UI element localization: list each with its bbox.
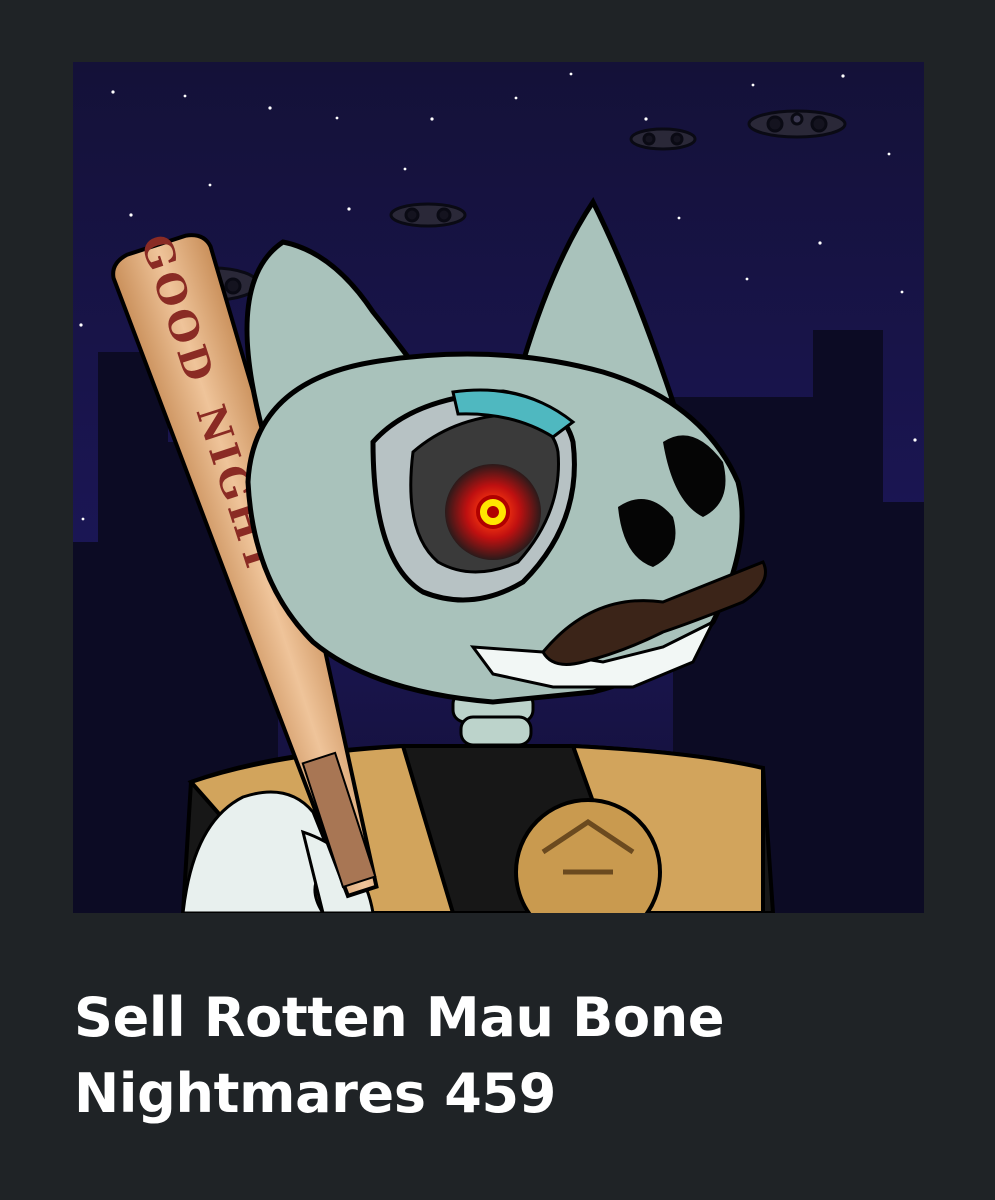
nft-artwork[interactable]: GOOD NIGHT xyxy=(73,62,924,913)
nft-card: GOOD NIGHT Sell Rotten Mau Bone Nightmar… xyxy=(0,0,995,1200)
nft-title: Sell Rotten Mau Bone Nightmares 459 xyxy=(74,986,725,1125)
